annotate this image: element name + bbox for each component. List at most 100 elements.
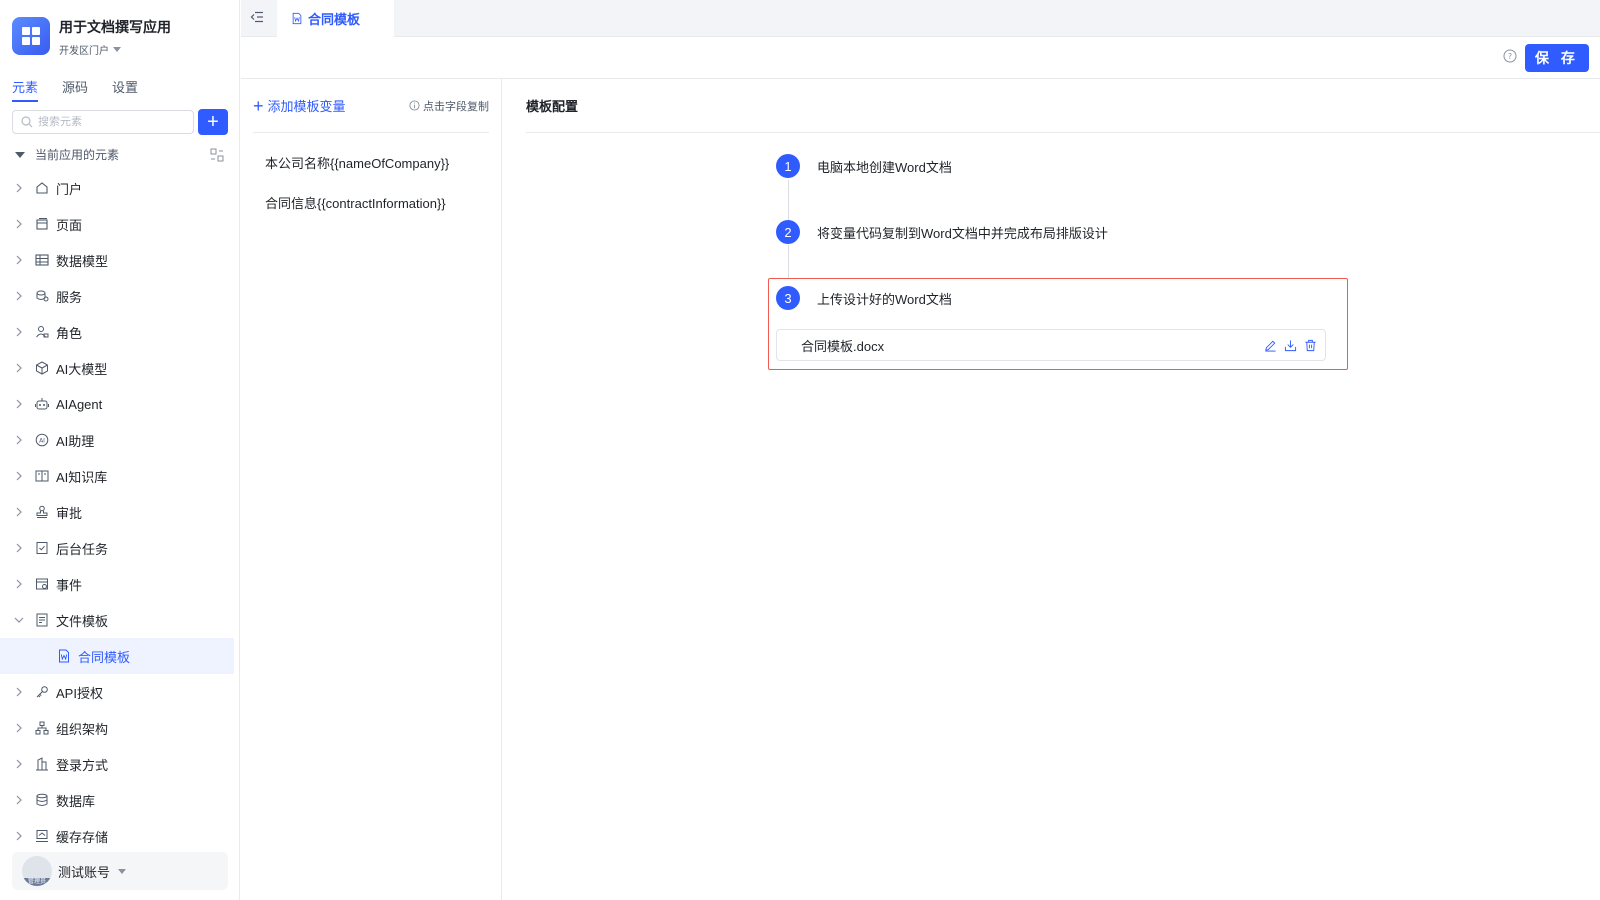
sidebar-toggle-icon[interactable]	[250, 11, 264, 23]
tab-label: 合同模板	[308, 12, 361, 27]
sidebar-item-event[interactable]: 事件	[0, 566, 234, 602]
tab-elements[interactable]: 元素	[12, 77, 39, 102]
variable-item[interactable]: 合同信息{{contractInformation}}	[265, 195, 449, 213]
sidebar-item-label: API授权	[56, 685, 103, 701]
search-input[interactable]	[38, 116, 178, 128]
sidebar-item-label: 数据模型	[56, 253, 109, 269]
step-number: 3	[776, 286, 800, 310]
app-logo	[12, 17, 50, 55]
service-icon	[34, 288, 50, 304]
edit-icon[interactable]	[1264, 339, 1277, 352]
ai-icon: AI	[34, 432, 50, 448]
chevron-right-icon	[4, 327, 34, 337]
chevron-right-icon	[4, 579, 34, 589]
caret-down-icon	[118, 868, 127, 874]
sidebar-item-service[interactable]: 服务	[0, 278, 234, 314]
sidebar-item-background-task[interactable]: 后台任务	[0, 530, 234, 566]
login-icon	[34, 756, 50, 772]
sidebar-item-login[interactable]: 登录方式	[0, 746, 234, 782]
sidebar-item-ai-assistant[interactable]: AI AI助理	[0, 422, 234, 458]
help-icon[interactable]: ?	[1503, 49, 1517, 63]
chevron-right-icon	[4, 507, 34, 517]
chevron-right-icon	[4, 723, 34, 733]
sidebar-tabs: 元素 源码 设置	[12, 77, 138, 102]
search-box	[12, 110, 194, 134]
word-file-icon	[292, 12, 302, 25]
sidebar-item-ai-agent[interactable]: AIAgent	[0, 386, 234, 422]
chevron-right-icon	[4, 759, 34, 769]
sidebar-item-database[interactable]: 数据库	[0, 782, 234, 818]
sidebar-item-org[interactable]: 组织架构	[0, 710, 234, 746]
home-icon	[34, 180, 50, 196]
sidebar-item-label: AI大模型	[56, 361, 108, 377]
cube-icon	[34, 360, 50, 376]
sidebar-item-pages[interactable]: 页面	[0, 206, 234, 242]
sidebar-item-label: 事件	[56, 577, 83, 593]
sidebar-item-file-template[interactable]: 文件模板	[0, 602, 234, 638]
save-button[interactable]: 保 存	[1525, 44, 1589, 72]
sidebar-item-contract-template[interactable]: 合同模板	[0, 638, 234, 674]
sidebar: 用于文档撰写应用 开发区门户 元素 源码 设置 + 当前应用的元素 门户	[0, 0, 240, 900]
sidebar-item-label: 页面	[56, 217, 83, 233]
chevron-right-icon	[4, 255, 34, 265]
sidebar-item-ai-knowledge[interactable]: AI知识库	[0, 458, 234, 494]
event-icon	[34, 576, 50, 592]
file-template-icon	[34, 612, 50, 628]
tab-settings[interactable]: 设置	[112, 77, 138, 102]
sidebar-item-cache[interactable]: 缓存存储	[0, 818, 234, 854]
sidebar-item-data-model[interactable]: 数据模型	[0, 242, 234, 278]
sidebar-item-ai-model[interactable]: AI大模型	[0, 350, 234, 386]
table-icon	[34, 252, 50, 268]
key-icon	[34, 684, 50, 700]
copy-hint-text: 点击字段复制	[423, 100, 489, 113]
sidebar-item-role[interactable]: 角色	[0, 314, 234, 350]
sidebar-item-label: 审批	[56, 505, 83, 521]
collapse-all-icon[interactable]	[210, 148, 224, 162]
stamp-icon	[34, 504, 50, 520]
add-variable-label: 添加模板变量	[267, 99, 346, 114]
variables-header: + 添加模板变量 点击字段复制	[253, 79, 489, 133]
svg-text:?: ?	[1508, 52, 1512, 61]
sidebar-item-label: 登录方式	[56, 757, 109, 773]
sidebar-item-approval[interactable]: 审批	[0, 494, 234, 530]
task-icon	[34, 540, 50, 556]
portal-label: 开发区门户	[59, 46, 109, 57]
download-icon[interactable]	[1284, 339, 1297, 352]
chevron-right-icon	[4, 183, 34, 193]
tab-bar: 合同模板	[241, 0, 1600, 37]
add-variable-button[interactable]: + 添加模板变量	[253, 96, 346, 115]
sidebar-item-label: AI知识库	[56, 469, 108, 485]
variable-item[interactable]: 本公司名称{{nameOfCompany}}	[265, 155, 449, 173]
sidebar-item-api-auth[interactable]: API授权	[0, 674, 234, 710]
cache-icon	[34, 828, 50, 844]
tab-source[interactable]: 源码	[62, 77, 88, 102]
step-connector	[788, 180, 789, 220]
file-actions	[1264, 339, 1317, 352]
portal-selector[interactable]: 开发区门户	[59, 42, 171, 57]
sidebar-item-label: 服务	[56, 289, 83, 305]
role-badge: 管理员	[22, 878, 52, 886]
app-header[interactable]: 用于文档撰写应用 开发区门户	[12, 17, 171, 57]
account-menu[interactable]: 管理员 测试账号	[12, 852, 228, 890]
tree-header[interactable]: 当前应用的元素	[12, 146, 228, 163]
word-file-icon	[56, 648, 72, 664]
info-icon	[409, 100, 420, 111]
robot-icon	[34, 396, 50, 412]
expand-triangle-icon	[15, 151, 25, 158]
account-name: 测试账号	[58, 864, 111, 880]
sidebar-item-label: 门户	[56, 181, 83, 197]
chevron-right-icon	[4, 543, 34, 553]
tab-contract-template[interactable]: 合同模板	[277, 0, 394, 37]
org-icon	[34, 720, 50, 736]
sidebar-item-label: 数据库	[56, 793, 96, 809]
delete-icon[interactable]	[1304, 339, 1317, 352]
step-text: 上传设计好的Word文档	[817, 291, 952, 307]
sidebar-item-label: 组织架构	[56, 721, 109, 737]
step-3: 3 上传设计好的Word文档	[776, 286, 952, 310]
sidebar-item-portal[interactable]: 门户	[0, 170, 234, 206]
add-element-button[interactable]: +	[198, 109, 228, 135]
chevron-right-icon	[4, 831, 34, 841]
element-tree: 门户 页面 数据模型 服务 角色 AI大模型 AIAgent AI AI助理 A…	[0, 170, 234, 854]
file-name: 合同模板.docx	[801, 338, 885, 354]
variables-panel: + 添加模板变量 点击字段复制 本公司名称{{nameOfCompany}} 合…	[241, 79, 502, 900]
